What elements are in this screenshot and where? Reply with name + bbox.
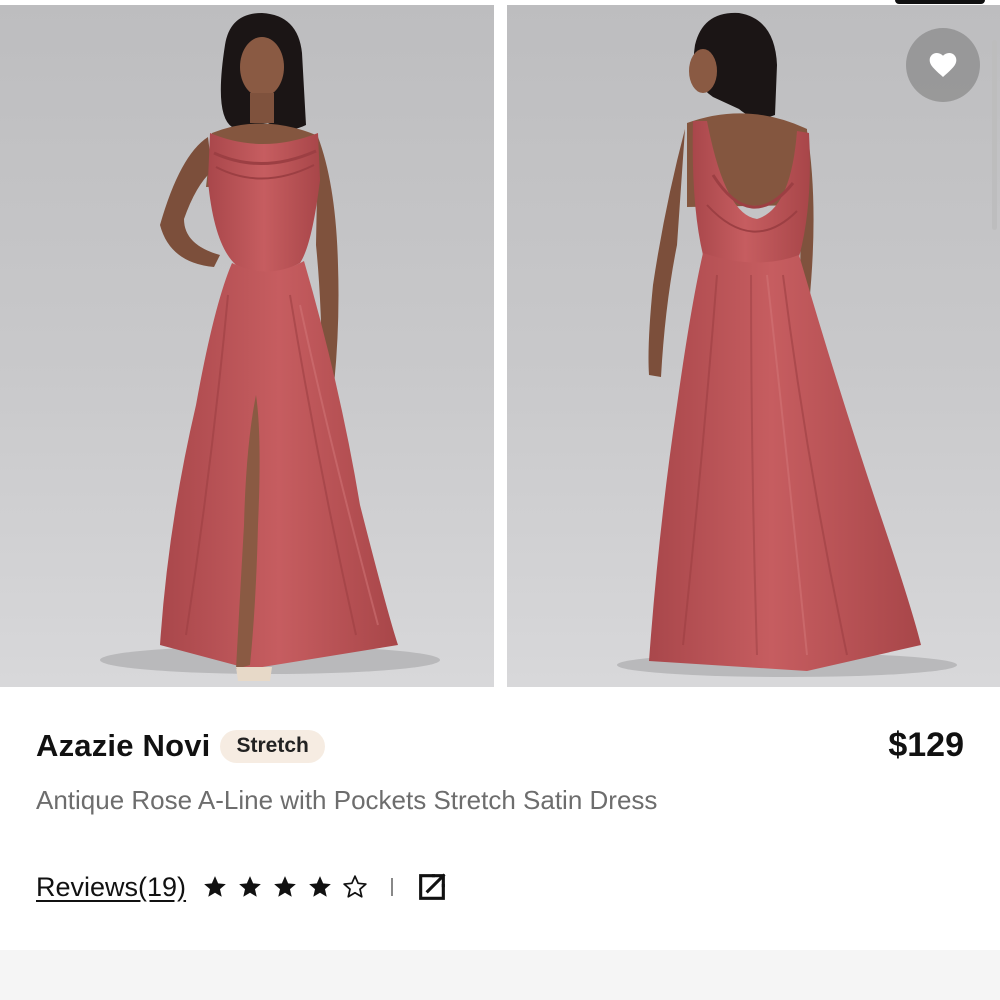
product-gallery <box>0 0 1000 688</box>
divider <box>391 878 394 896</box>
product-description: Antique Rose A-Line with Pockets Stretch… <box>36 785 658 815</box>
stretch-tag: Stretch <box>220 729 325 763</box>
reviews-link[interactable]: Reviews(19) <box>36 872 186 903</box>
brand-name: Azazie Novi <box>36 728 211 763</box>
star-filled-icon <box>204 876 226 897</box>
product-photo-front[interactable] <box>0 5 494 687</box>
section-divider <box>0 950 1000 1000</box>
product-photo-back[interactable] <box>507 5 1000 687</box>
external-link-icon[interactable] <box>415 870 449 904</box>
heart-icon <box>929 53 957 77</box>
star-filled-icon <box>309 876 331 897</box>
back-view-image <box>507 5 1000 687</box>
title-row: Azazie Novi Stretch <box>36 728 325 764</box>
price: $129 <box>888 726 964 764</box>
star-empty-icon <box>343 875 367 898</box>
scrollbar[interactable] <box>992 40 997 230</box>
rating-stars <box>202 874 377 900</box>
product-info: Azazie Novi Stretch $129 Antique Rose A-… <box>0 688 1000 950</box>
star-filled-icon <box>274 876 296 897</box>
front-view-image <box>0 5 494 687</box>
review-row: Reviews(19) <box>36 870 449 904</box>
status-indicator <box>895 0 985 4</box>
favorite-button[interactable] <box>906 28 980 102</box>
star-filled-icon <box>239 876 261 897</box>
